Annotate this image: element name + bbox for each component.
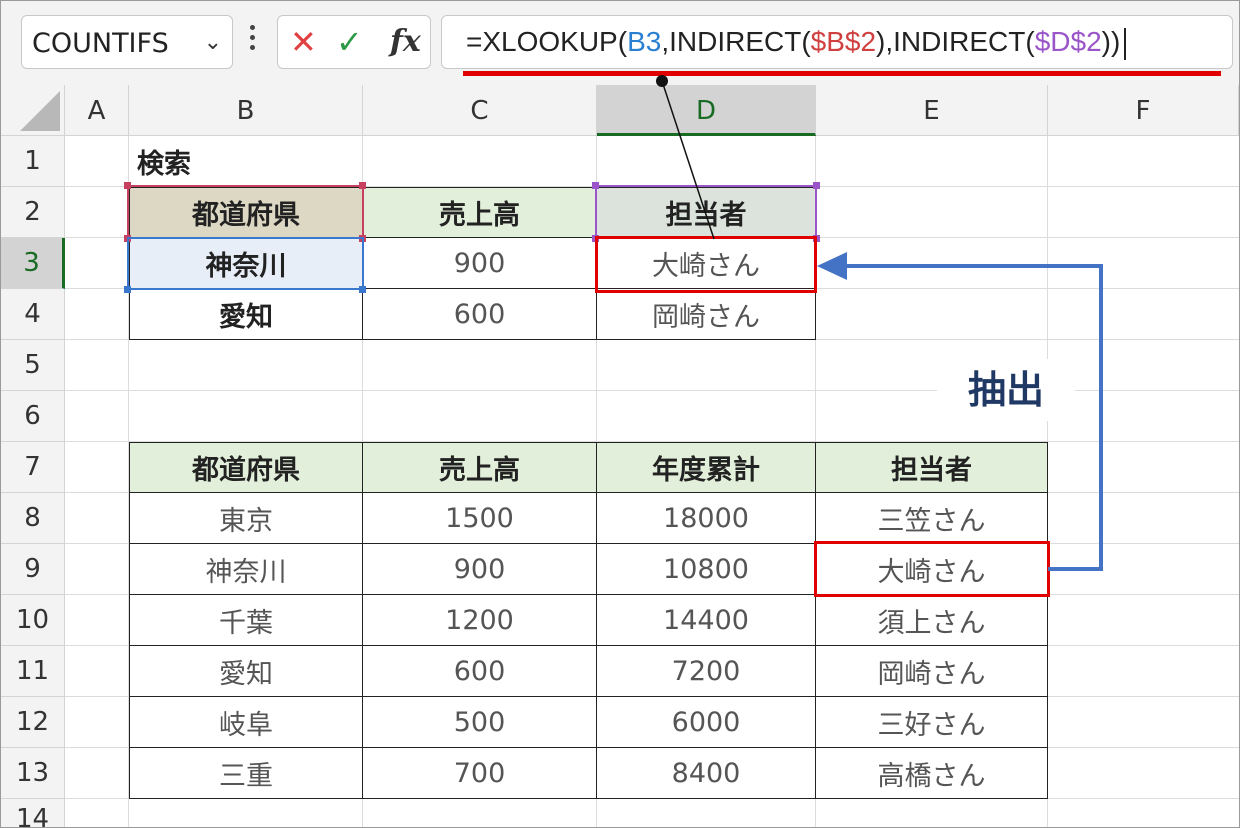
formula-part: ,INDIRECT(	[661, 26, 811, 57]
table-cell[interactable]: 500	[362, 696, 597, 748]
enter-icon[interactable]: ✓	[336, 23, 363, 61]
table-cell[interactable]: 神奈川	[129, 543, 363, 595]
table-header-person[interactable]: 担当者	[815, 442, 1048, 493]
column-header-c[interactable]: C	[363, 85, 597, 136]
search-title[interactable]: 検索	[129, 136, 363, 187]
formula-part: ))	[1101, 26, 1121, 57]
spreadsheet-grid: A B C D E F 1 2 3 4 5 6 7 8 9 10 11 12 1…	[1, 85, 1239, 827]
table-cell[interactable]: 6000	[596, 696, 816, 748]
row-header-9[interactable]: 9	[1, 544, 65, 595]
table-cell[interactable]: 岐阜	[129, 696, 363, 748]
table-cell[interactable]: 愛知	[129, 645, 363, 697]
match-highlight	[814, 541, 1050, 597]
cancel-icon[interactable]: ✕	[290, 23, 317, 61]
row-header-11[interactable]: 11	[1, 646, 65, 697]
reference-handle[interactable]	[124, 182, 131, 189]
excel-window: COUNTIFS ⌄ ✕ ✓ fx =XLOOKUP(B3,INDIRECT($…	[0, 0, 1240, 828]
active-cell-highlight	[595, 236, 817, 293]
table-cell[interactable]: 8400	[596, 747, 816, 799]
formula-part: =XLOOKUP(	[466, 26, 628, 57]
table-cell[interactable]: 7200	[596, 645, 816, 697]
reference-handle[interactable]	[359, 182, 366, 189]
table-cell[interactable]: 600	[362, 645, 597, 697]
reference-handle[interactable]	[124, 286, 131, 293]
row-header-3[interactable]: 3	[1, 238, 65, 289]
reference-handle[interactable]	[359, 286, 366, 293]
name-box[interactable]: COUNTIFS ⌄	[21, 15, 233, 69]
row-header-14[interactable]: 14	[1, 799, 65, 827]
table-cell[interactable]: 1500	[362, 492, 597, 544]
table-cell[interactable]: 900	[362, 543, 597, 595]
chevron-down-icon[interactable]: ⌄	[204, 30, 222, 55]
search-cell-c4[interactable]: 600	[362, 288, 597, 340]
column-header-d[interactable]: D	[597, 85, 816, 136]
select-all-button[interactable]	[1, 85, 65, 136]
table-cell[interactable]: 東京	[129, 492, 363, 544]
row-header-7[interactable]: 7	[1, 442, 65, 493]
row-header-6[interactable]: 6	[1, 391, 65, 442]
column-header-f[interactable]: F	[1048, 85, 1239, 136]
reference-handle[interactable]	[592, 182, 599, 189]
row-header-12[interactable]: 12	[1, 697, 65, 748]
table-cell[interactable]: 三笠さん	[815, 492, 1048, 544]
table-cell[interactable]: 18000	[596, 492, 816, 544]
column-header-a[interactable]: A	[65, 85, 129, 136]
formula-input[interactable]: =XLOOKUP(B3,INDIRECT($B$2),INDIRECT($D$2…	[441, 15, 1233, 69]
table-cell[interactable]: 千葉	[129, 594, 363, 646]
reference-outline-d2	[595, 185, 817, 239]
row-header-10[interactable]: 10	[1, 595, 65, 646]
search-header-sales[interactable]: 売上高	[362, 187, 597, 238]
row-header-8[interactable]: 8	[1, 493, 65, 544]
more-options-icon[interactable]	[249, 25, 257, 59]
formula-ref-b3: B3	[627, 26, 662, 57]
table-cell[interactable]: 10800	[596, 543, 816, 595]
table-cell[interactable]: 三重	[129, 747, 363, 799]
name-box-value: COUNTIFS	[32, 28, 169, 59]
extract-label: 抽出	[937, 359, 1075, 421]
formula-buttons: ✕ ✓ fx	[277, 15, 431, 69]
reference-handle[interactable]	[813, 182, 820, 189]
column-header-e[interactable]: E	[816, 85, 1048, 136]
row-header-1[interactable]: 1	[1, 136, 65, 187]
row-header-13[interactable]: 13	[1, 748, 65, 799]
search-cell-c3[interactable]: 900	[362, 237, 597, 289]
column-header-b[interactable]: B	[129, 85, 363, 136]
row-header-4[interactable]: 4	[1, 289, 65, 340]
reference-outline-b3	[127, 237, 364, 290]
table-cell[interactable]: 高橋さん	[815, 747, 1048, 799]
formula-ref-d2: $D$2	[1034, 26, 1102, 57]
table-cell[interactable]: 岡崎さん	[815, 645, 1048, 697]
table-header-prefecture[interactable]: 都道府県	[129, 442, 363, 493]
table-header-sales[interactable]: 売上高	[362, 442, 597, 493]
table-cell[interactable]: 14400	[596, 594, 816, 646]
row-header-2[interactable]: 2	[1, 187, 65, 238]
formula-highlight-underline	[463, 71, 1221, 76]
insert-function-icon[interactable]: fx	[390, 24, 421, 59]
text-caret	[1124, 27, 1127, 60]
row-header-5[interactable]: 5	[1, 340, 65, 391]
table-cell[interactable]: 須上さん	[815, 594, 1048, 646]
table-header-annual-total[interactable]: 年度累計	[596, 442, 816, 493]
reference-outline-b2	[127, 185, 364, 239]
table-cell[interactable]: 三好さん	[815, 696, 1048, 748]
search-cell-d4[interactable]: 岡崎さん	[596, 288, 816, 340]
formula-text: =XLOOKUP(B3,INDIRECT($B$2),INDIRECT($D$2…	[466, 26, 1127, 60]
table-cell[interactable]: 700	[362, 747, 597, 799]
formula-ref-b2: $B$2	[810, 26, 877, 57]
search-cell-b4[interactable]: 愛知	[129, 288, 363, 340]
formula-part: ),INDIRECT(	[876, 26, 1035, 57]
table-cell[interactable]: 1200	[362, 594, 597, 646]
